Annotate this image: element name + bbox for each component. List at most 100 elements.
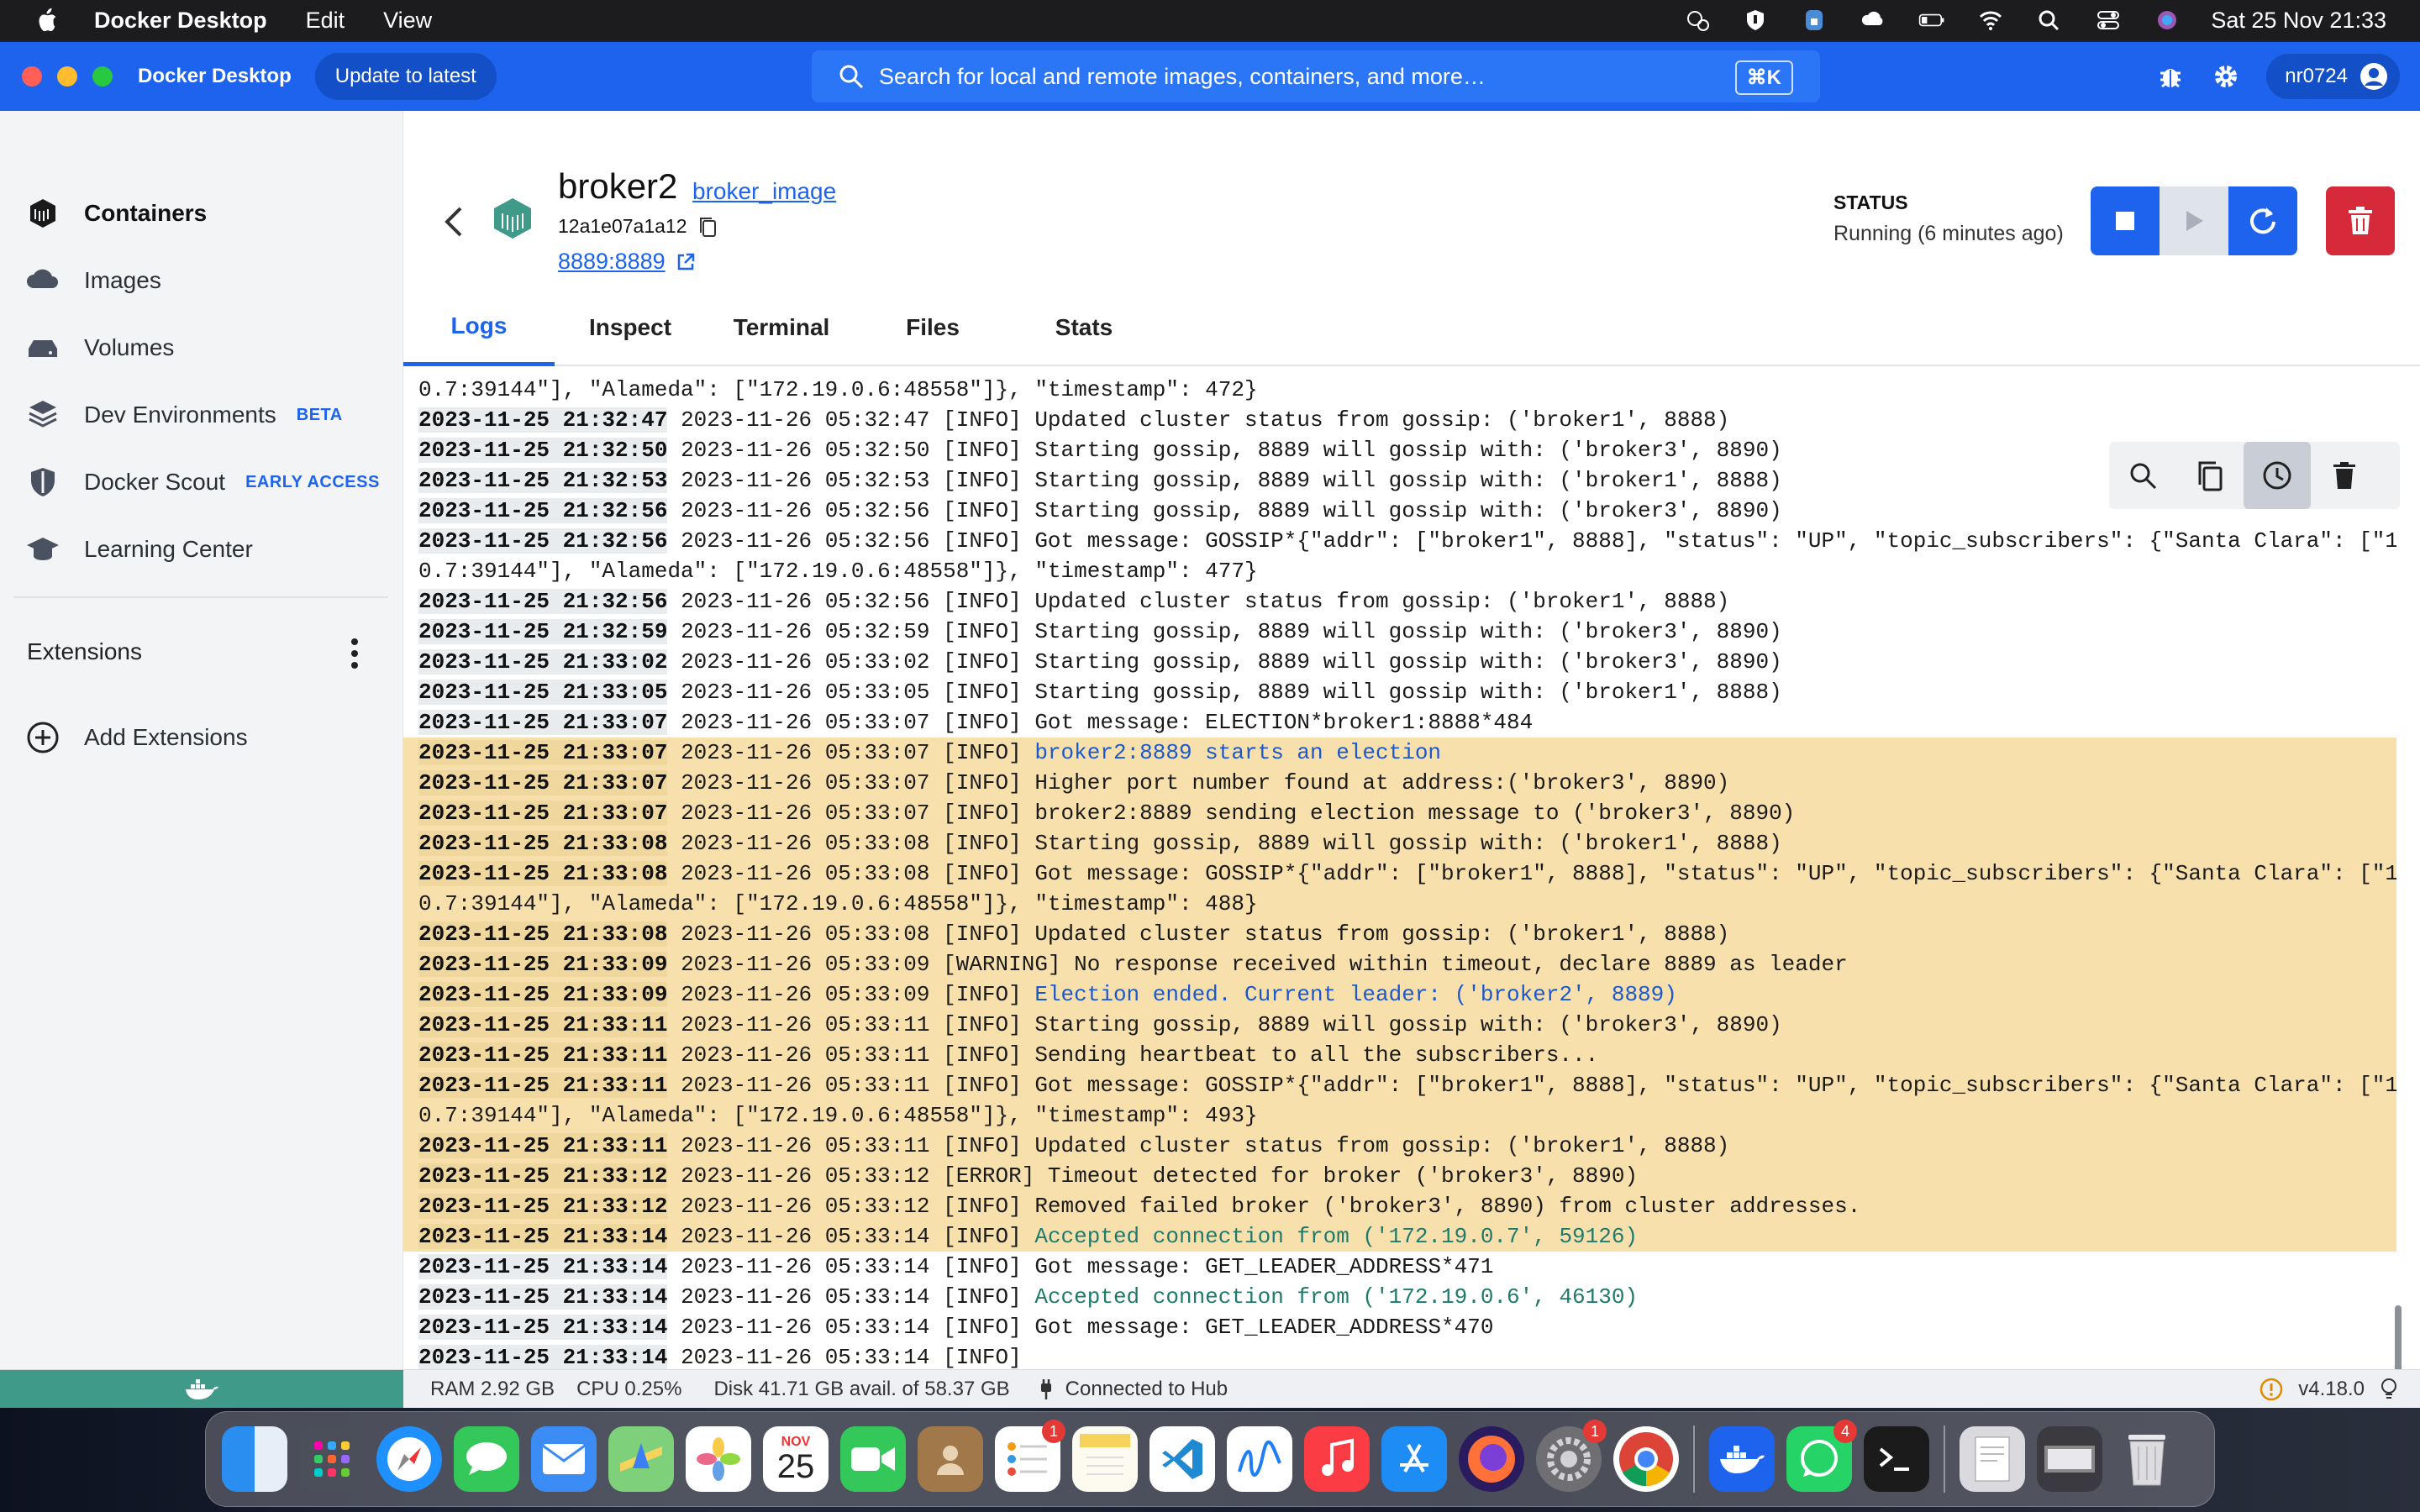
- lightbulb-icon[interactable]: [2380, 1378, 2398, 1401]
- sidebar: Containers Images Volumes Dev Environmen…: [0, 111, 403, 1369]
- siri-icon[interactable]: [2152, 8, 2182, 33]
- add-extensions-button[interactable]: Add Extensions: [25, 712, 248, 763]
- shield-icon[interactable]: [1740, 8, 1770, 33]
- log-message: 2023-11-26 05:32:53 [INFO] Starting goss…: [681, 468, 1782, 493]
- log-line: 2023-11-25 21:33:07 2023-11-26 05:33:07 …: [403, 768, 2396, 798]
- tab-terminal[interactable]: Terminal: [706, 289, 857, 366]
- control-center-icon[interactable]: [2093, 8, 2123, 33]
- restart-button[interactable]: [2228, 186, 2297, 255]
- safari-icon[interactable]: [376, 1426, 442, 1492]
- facetime-icon[interactable]: [840, 1426, 906, 1492]
- menu-datetime[interactable]: Sat 25 Nov 21:33: [2211, 8, 2386, 34]
- sidebar-item-images[interactable]: Images: [25, 255, 161, 306]
- trash-icon[interactable]: [2114, 1426, 2180, 1492]
- log-scrollbar[interactable]: [2395, 1305, 2402, 1373]
- log-viewer[interactable]: 0.7:39144"], "Alameda": ["172.19.0.6:485…: [403, 368, 2420, 1408]
- sidebar-item-dev-environments[interactable]: Dev Environments BETA: [25, 390, 343, 440]
- log-line: 2023-11-25 21:32:50 2023-11-26 05:32:50 …: [403, 435, 2396, 465]
- update-button[interactable]: Update to latest: [314, 53, 497, 100]
- cloud-icon[interactable]: [1858, 8, 1888, 33]
- menu-app-name[interactable]: Docker Desktop: [94, 8, 267, 34]
- firefox-icon[interactable]: [1459, 1426, 1524, 1492]
- delete-button[interactable]: [2326, 186, 2395, 255]
- maps-icon[interactable]: [608, 1426, 674, 1492]
- docker-desktop-dock-icon[interactable]: [1709, 1426, 1775, 1492]
- search-logs-button[interactable]: [2109, 442, 2176, 509]
- time-machine-icon[interactable]: [1681, 8, 1712, 33]
- global-search-bar[interactable]: Search for local and remote images, cont…: [812, 50, 1820, 102]
- log-message: 0.7:39144"], "Alameda": ["172.19.0.6:485…: [418, 377, 1258, 402]
- apple-logo-icon[interactable]: [34, 7, 59, 34]
- messages-icon[interactable]: [454, 1426, 519, 1492]
- clear-logs-button[interactable]: [2311, 442, 2378, 509]
- tab-inspect[interactable]: Inspect: [555, 289, 706, 366]
- sidebar-item-volumes[interactable]: Volumes: [25, 323, 174, 373]
- external-link-icon: [677, 253, 694, 270]
- zoom-window-button[interactable]: [92, 66, 113, 87]
- sidebar-item-containers[interactable]: Containers: [25, 188, 207, 239]
- menu-view[interactable]: View: [383, 8, 432, 34]
- log-message: 2023-11-26 05:33:07 [INFO] Got message: …: [681, 710, 1534, 735]
- log-message: 2023-11-26 05:33:11 [INFO] Updated clust…: [681, 1133, 1730, 1158]
- finder-icon[interactable]: [222, 1426, 287, 1492]
- log-timestamp: 2023-11-25 21:33:05: [418, 680, 668, 705]
- version-info[interactable]: v4.18.0: [2260, 1378, 2398, 1401]
- vscode-icon[interactable]: [1150, 1426, 1215, 1492]
- start-button[interactable]: [2160, 186, 2228, 255]
- log-timestamp: 2023-11-25 21:33:07: [418, 770, 668, 795]
- terminal-icon[interactable]: [1864, 1426, 1929, 1492]
- log-timestamp: 2023-11-25 21:33:14: [418, 1254, 668, 1279]
- sidebar-item-learning-center[interactable]: Learning Center: [25, 524, 253, 575]
- back-arrow-icon[interactable]: [442, 205, 466, 239]
- minimize-window-button[interactable]: [57, 66, 77, 87]
- copy-icon[interactable]: [697, 216, 718, 238]
- notes-icon[interactable]: [1072, 1426, 1138, 1492]
- freeform-icon[interactable]: [1227, 1426, 1292, 1492]
- downloads-stack-icon[interactable]: [1960, 1426, 2025, 1492]
- bug-icon[interactable]: [2155, 61, 2186, 92]
- chrome-icon[interactable]: [1613, 1426, 1679, 1492]
- launchpad-icon[interactable]: [299, 1426, 365, 1492]
- status-footer: RAM 2.92 GB CPU 0.25% Disk 41.71 GB avai…: [0, 1369, 2420, 1408]
- app-store-icon[interactable]: [1381, 1426, 1447, 1492]
- hub-status: Connected to Hub: [1065, 1377, 1228, 1400]
- volumes-icon: [29, 340, 57, 357]
- whatsapp-badge: 4: [1833, 1420, 1857, 1443]
- contacts-icon[interactable]: [918, 1426, 983, 1492]
- image-link[interactable]: broker_image: [692, 178, 836, 205]
- sidebar-item-docker-scout[interactable]: Docker Scout EARLY ACCESS: [25, 457, 380, 507]
- photos-icon[interactable]: [686, 1426, 751, 1492]
- whatsapp-icon[interactable]: 4: [1786, 1420, 1857, 1492]
- container-controls: [2091, 186, 2297, 255]
- calendar-icon[interactable]: NOV 25: [763, 1426, 829, 1492]
- engine-status[interactable]: [0, 1369, 403, 1408]
- wifi-icon[interactable]: [1975, 8, 2006, 33]
- timestamps-toggle[interactable]: [2244, 442, 2311, 509]
- log-line: 2023-11-25 21:33:14 2023-11-26 05:33:14 …: [403, 1252, 2396, 1282]
- hub-connection[interactable]: Connected to Hub: [1039, 1378, 1228, 1401]
- battery-icon[interactable]: [1917, 8, 1947, 33]
- gear-icon[interactable]: [2211, 61, 2241, 92]
- log-timestamp: 2023-11-25 21:33:11: [418, 1073, 668, 1098]
- account-button[interactable]: nr0724: [2266, 54, 2400, 99]
- stop-button[interactable]: [2091, 186, 2160, 255]
- detail-tabs: Logs Inspect Terminal Files Stats: [403, 289, 2420, 366]
- reminders-icon[interactable]: 1: [995, 1420, 1065, 1492]
- tab-files[interactable]: Files: [857, 289, 1008, 366]
- search-icon: [2130, 463, 2157, 490]
- more-options-icon[interactable]: [350, 637, 360, 670]
- music-icon[interactable]: [1304, 1426, 1370, 1492]
- spotlight-search-icon[interactable]: [2034, 8, 2065, 33]
- log-timestamp: 2023-11-25 21:33:02: [418, 649, 668, 675]
- system-settings-icon[interactable]: 1: [1536, 1420, 1607, 1492]
- tab-stats[interactable]: Stats: [1008, 289, 1160, 366]
- screenshots-stack-icon[interactable]: [2037, 1426, 2102, 1492]
- vpn-icon[interactable]: [1799, 8, 1829, 33]
- close-window-button[interactable]: [22, 66, 42, 87]
- menu-edit[interactable]: Edit: [306, 8, 345, 34]
- username: nr0724: [2285, 65, 2348, 87]
- tab-logs[interactable]: Logs: [403, 289, 555, 366]
- copy-logs-button[interactable]: [2176, 442, 2244, 509]
- mail-icon[interactable]: [531, 1426, 597, 1492]
- port-link[interactable]: 8889:8889: [558, 249, 696, 275]
